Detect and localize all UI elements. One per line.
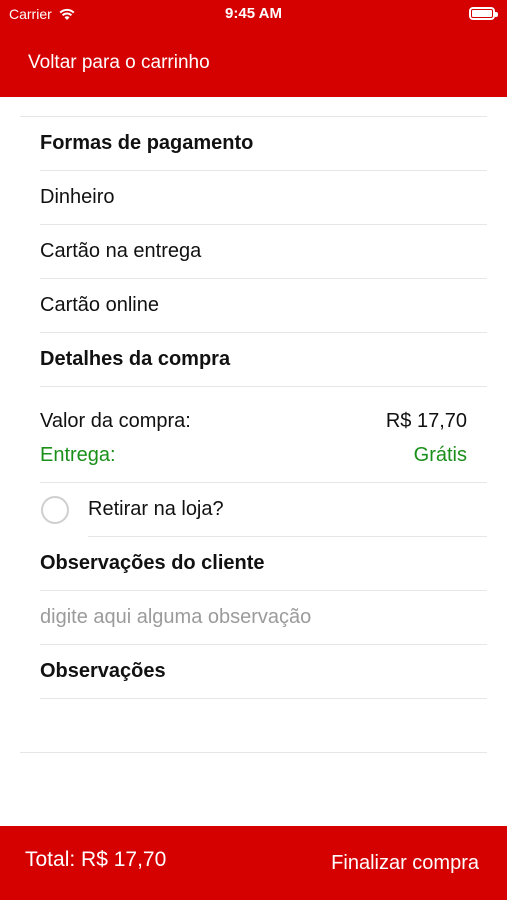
delivery-label: Entrega:	[40, 443, 116, 466]
divider	[40, 386, 487, 387]
battery-icon	[469, 7, 498, 20]
payment-option-cash[interactable]: Dinheiro	[40, 170, 487, 224]
delivery-row: Entrega: Grátis	[40, 440, 487, 470]
payment-methods-heading: Formas de pagamento	[40, 131, 254, 154]
divider	[20, 752, 487, 753]
purchase-value-row: Valor da compra: R$ 17,70	[40, 406, 487, 436]
total-amount: Total: R$ 17,70	[25, 848, 167, 871]
purchase-details-heading: Detalhes da compra	[40, 347, 231, 370]
header-bar: Carrier 9:45 AM Voltar para o carrinho	[0, 0, 507, 97]
customer-notes-input[interactable]: digite aqui alguma observação	[40, 590, 487, 644]
payment-option-card-online[interactable]: Cartão online	[40, 278, 487, 332]
back-to-cart-link[interactable]: Voltar para o carrinho	[28, 52, 210, 74]
customer-notes-heading: Observações do cliente	[40, 551, 265, 574]
notes-heading: Observações	[40, 659, 166, 682]
footer-bar: Total: R$ 17,70 Finalizar compra	[0, 826, 507, 900]
pickup-in-store-label[interactable]: Retirar na loja?	[88, 482, 487, 536]
status-bar: Carrier 9:45 AM	[0, 0, 507, 28]
finalize-purchase-button[interactable]: Finalizar compra	[331, 852, 479, 875]
payment-option-card-on-delivery[interactable]: Cartão na entrega	[40, 224, 487, 278]
checkout-screen: Carrier 9:45 AM Voltar para o carrinho F…	[0, 0, 507, 900]
pickup-in-store-radio[interactable]	[41, 496, 69, 524]
status-time: 9:45 AM	[225, 5, 282, 22]
purchase-value-label: Valor da compra:	[40, 409, 191, 432]
purchase-value-amount: R$ 17,70	[385, 409, 467, 432]
delivery-value: Grátis	[413, 443, 467, 466]
divider	[40, 698, 487, 699]
